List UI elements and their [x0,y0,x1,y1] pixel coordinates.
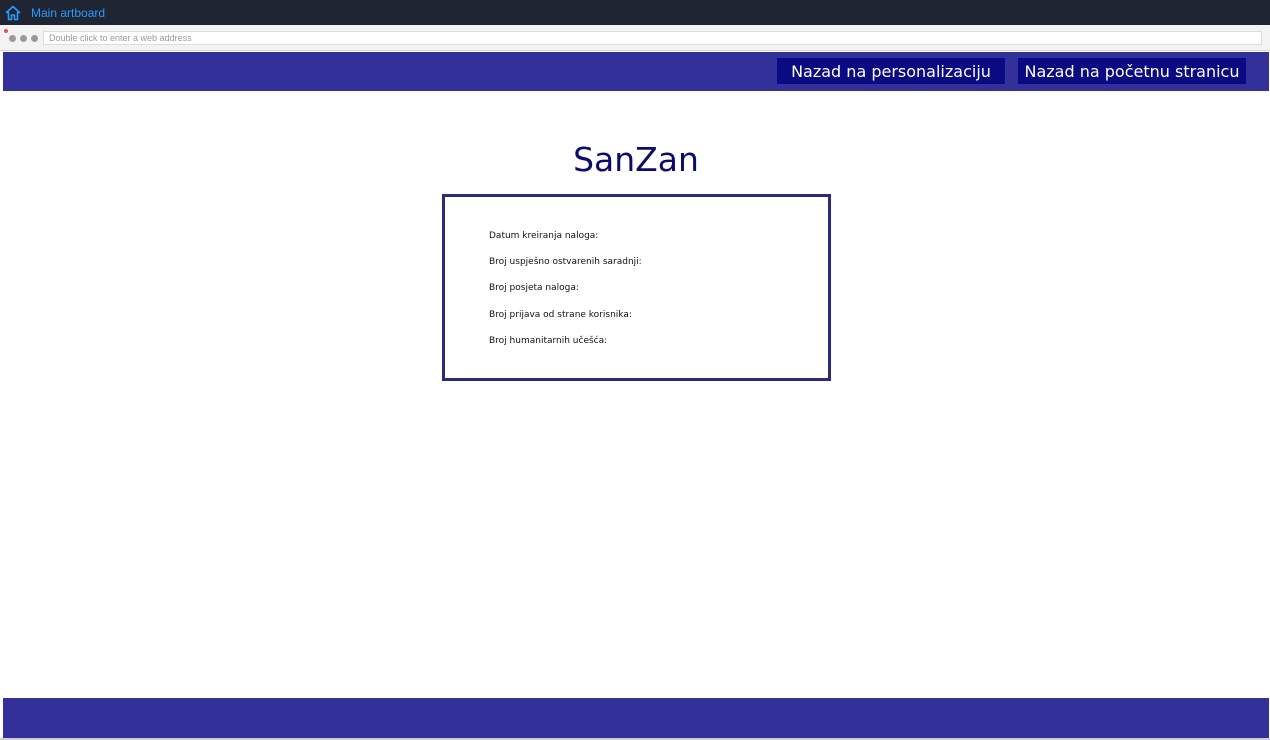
window-control-dot[interactable] [20,35,27,42]
window-controls [9,35,38,42]
stat-account-created: Datum kreiranja naloga: [489,231,599,241]
app-window: Main artboard Double click to enter a we… [0,0,1270,740]
stat-humanitarian-participations: Broj humanitarnih učešća: [489,336,608,346]
site-title: SanZan [573,140,699,179]
stat-successful-collaborations: Broj uspješno ostvarenih saradnji: [489,257,642,267]
window-control-dot[interactable] [9,35,16,42]
artboard-title[interactable]: Main artboard [31,6,105,20]
stat-user-reports: Broj prijava od strane korisnika: [489,310,632,320]
page-footer [3,698,1269,738]
record-indicator [4,29,8,33]
back-to-personalization-button[interactable]: Nazad na personalizaciju [777,58,1005,84]
browser-toolbar: Double click to enter a web address [0,25,1270,51]
address-bar[interactable]: Double click to enter a web address [43,31,1262,45]
stat-account-visits: Broj posjeta naloga: [489,283,579,293]
account-stats-box: Datum kreiranja naloga: Broj uspješno os… [442,194,831,381]
home-icon[interactable] [5,5,21,21]
page-header: Nazad na personalizaciju Nazad na početn… [3,52,1269,91]
app-top-bar: Main artboard [0,0,1270,25]
window-control-dot[interactable] [31,35,38,42]
web-page: Nazad na personalizaciju Nazad na početn… [3,52,1269,738]
back-to-home-button[interactable]: Nazad na početnu stranicu [1018,58,1246,84]
